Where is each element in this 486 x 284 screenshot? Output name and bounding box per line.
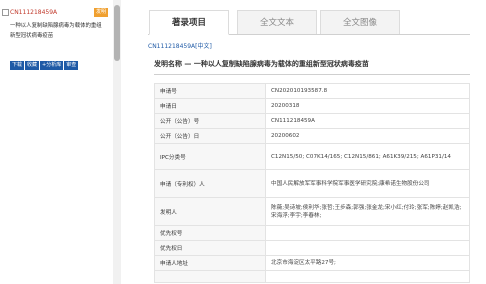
detail-tabs: 著录项目 全文文本 全文图像	[148, 10, 470, 35]
table-row: 申请（专利权）人 中国人民解放军军事科学院军事医学研究院;康希诺生物股份公司	[154, 169, 470, 198]
patent-type-badge: 发明	[94, 8, 109, 17]
result-id-link[interactable]: CN111218459A	[10, 9, 57, 16]
table-row: 优先权日	[154, 240, 470, 256]
field-value	[265, 270, 470, 283]
table-row: 发明人 陈薇;吴诗坡;侯利华;张哲;王步森;郭强;张金龙;宋小红;付玲;张军;陈…	[154, 197, 470, 226]
field-label: 申请号	[154, 83, 266, 99]
result-actions: 下载 收藏 +分析库 审查	[10, 51, 79, 70]
result-checkbox[interactable]	[2, 8, 9, 16]
download-button[interactable]: 下载	[10, 61, 25, 70]
table-row: 优先权号	[154, 225, 470, 241]
field-value	[265, 225, 470, 241]
result-list-panel: CN111218459A 发明 一种以人复制缺陷腺病毒为载体的重组新型冠状病毒疫…	[0, 0, 109, 284]
field-value: 北京市海淀区太平路27号;	[265, 255, 470, 271]
field-value: 20200602	[265, 128, 470, 144]
patent-detail-panel: 著录项目 全文文本 全文图像 CN111218459A[中文] 发明名称 — 一…	[140, 0, 470, 284]
bibliographic-table: 申请号 CN202010193587.8 申请日 20200318 公开（公告）…	[154, 83, 470, 283]
field-label: 申请日	[154, 98, 266, 114]
field-label: 优先权号	[154, 225, 266, 241]
field-label: 公开（公告）日	[154, 128, 266, 144]
table-row	[154, 270, 470, 283]
field-value: 20200318	[265, 98, 470, 114]
tab-bibliographic[interactable]: 著录项目	[149, 10, 229, 35]
add-to-analysis-button[interactable]: +分析库	[40, 61, 64, 70]
favorite-button[interactable]: 收藏	[25, 61, 40, 70]
table-row: IPC分类号 C12N15/50; C07K14/165; C12N15/861…	[154, 143, 470, 170]
publication-reference-link[interactable]: CN111218459A[中文]	[148, 41, 212, 50]
tab-full-image[interactable]: 全文图像	[320, 10, 400, 34]
divider	[154, 74, 470, 75]
field-label: 优先权日	[154, 240, 266, 256]
table-row: 申请号 CN202010193587.8	[154, 83, 470, 99]
review-button[interactable]: 审查	[64, 61, 79, 70]
result-item-header[interactable]: CN111218459A 发明	[2, 7, 109, 18]
field-value: C12N15/50; C07K14/165; C12N15/861; A61K3…	[265, 143, 470, 170]
table-row: 公开（公告）号 CN111218459A	[154, 113, 470, 129]
field-label: 申请人地址	[154, 255, 266, 271]
tab-full-text[interactable]: 全文文本	[237, 10, 317, 34]
field-label: 申请（专利权）人	[154, 169, 266, 198]
left-scrollbar[interactable]	[113, 0, 121, 284]
field-value	[265, 240, 470, 256]
field-label: 发明人	[154, 197, 266, 226]
table-row: 申请日 20200318	[154, 98, 470, 114]
field-value: CN202010193587.8	[265, 83, 470, 99]
result-title[interactable]: 一种以人复制缺陷腺病毒为载体的重组新型冠状病毒疫苗	[10, 21, 106, 41]
field-label	[154, 270, 266, 283]
table-row: 公开（公告）日 20200602	[154, 128, 470, 144]
field-value: 中国人民解放军军事科学院军事医学研究院;康希诺生物股份公司	[265, 169, 470, 198]
scrollbar-thumb[interactable]	[114, 5, 120, 61]
field-label: 公开（公告）号	[154, 113, 266, 129]
table-row: 申请人地址 北京市海淀区太平路27号;	[154, 255, 470, 271]
field-value: 陈薇;吴诗坡;侯利华;张哲;王步森;郭强;张金龙;宋小红;付玲;张军;陈婷;赵凯…	[265, 197, 470, 226]
patent-title: 发明名称 — 一种以人复制缺陷腺病毒为载体的重组新型冠状病毒疫苗	[154, 60, 369, 68]
field-value: CN111218459A	[265, 113, 470, 129]
field-label: IPC分类号	[154, 143, 266, 170]
